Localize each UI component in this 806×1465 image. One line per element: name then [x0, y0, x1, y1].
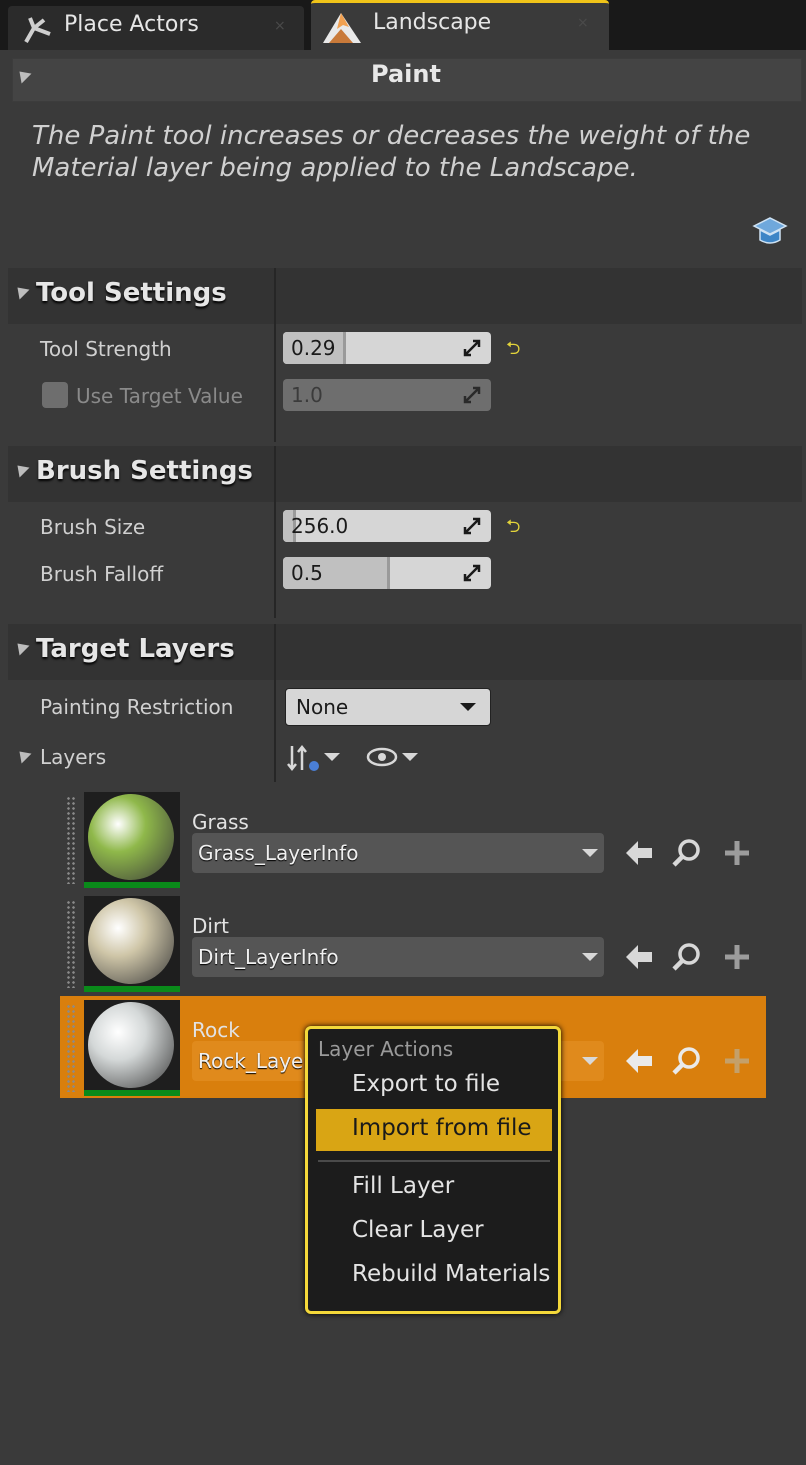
landscape-mountain-icon: [323, 13, 361, 43]
column-divider: [274, 624, 276, 782]
use-target-value-label: Use Target Value: [76, 384, 243, 408]
drag-handle-icon[interactable]: [66, 900, 76, 988]
target-value-value: 1.0: [291, 383, 323, 407]
tool-strength-slider[interactable]: 0.29: [283, 332, 491, 364]
chevron-down-icon: [582, 953, 598, 961]
use-selected-asset-arrow-icon[interactable]: [622, 940, 656, 974]
tab-place-actors[interactable]: Place Actors ×: [8, 6, 304, 50]
browse-magnifier-icon[interactable]: [670, 836, 704, 870]
expand-arrows-icon: [463, 386, 481, 404]
place-actors-icon: [24, 17, 51, 43]
eye-visibility-icon[interactable]: [366, 746, 398, 768]
target-value-field: 1.0: [283, 379, 491, 411]
tool-settings-title: Tool Settings: [36, 278, 227, 308]
menu-item-import-from-file[interactable]: Import from file: [316, 1109, 552, 1151]
use-target-value-checkbox[interactable]: [42, 382, 68, 408]
column-divider: [274, 446, 276, 618]
chevron-down-icon: [582, 1057, 598, 1065]
use-selected-asset-arrow-icon[interactable]: [622, 836, 656, 870]
mode-title: Paint: [371, 60, 441, 88]
brush-falloff-value: 0.5: [291, 561, 323, 585]
tab-landscape[interactable]: Landscape ×: [311, 0, 609, 50]
menu-separator: [318, 1160, 550, 1162]
brush-falloff-slider[interactable]: 0.5: [283, 557, 491, 589]
tutorial-graduation-cap-icon[interactable]: [752, 214, 788, 250]
layer-thumbnail: [84, 1000, 180, 1096]
layer-thumbnail: [84, 792, 180, 888]
tab-place-actors-label: Place Actors: [64, 12, 199, 37]
tool-strength-label: Tool Strength: [40, 337, 172, 361]
layer-name: Grass: [192, 810, 249, 834]
painting-restriction-dropdown[interactable]: None: [285, 688, 491, 726]
layer-name: Dirt: [192, 914, 230, 938]
chevron-down-icon[interactable]: [324, 753, 340, 761]
expand-arrows-icon: [463, 564, 481, 582]
brush-settings-title: Brush Settings: [36, 456, 253, 486]
material-sphere: [88, 794, 174, 880]
material-sphere: [88, 1002, 174, 1088]
layers-label: Layers: [40, 745, 107, 769]
layer-thumbnail: [84, 896, 180, 992]
layer-name: Rock: [192, 1018, 240, 1042]
target-layers-title: Target Layers: [36, 634, 235, 664]
layer-weight-bar: [84, 882, 180, 888]
painting-restriction-label: Painting Restriction: [40, 695, 234, 719]
menu-item-rebuild-materials[interactable]: Rebuild Materials: [316, 1255, 552, 1297]
tool-strength-value: 0.29: [291, 336, 336, 360]
chevron-down-icon[interactable]: [402, 753, 418, 761]
use-selected-asset-arrow-icon[interactable]: [622, 1044, 656, 1078]
menu-item-fill-layer[interactable]: Fill Layer: [316, 1167, 552, 1209]
brush-falloff-label: Brush Falloff: [40, 562, 164, 586]
tab-landscape-label: Landscape: [373, 10, 492, 35]
menu-item-export-to-file[interactable]: Export to file: [316, 1065, 552, 1107]
brush-size-slider[interactable]: 256.0: [283, 510, 491, 542]
brush-size-value: 256.0: [291, 514, 349, 538]
browse-magnifier-icon[interactable]: [670, 1044, 704, 1078]
close-icon[interactable]: ×: [577, 15, 589, 31]
layer-info-dropdown[interactable]: Dirt_LayerInfo: [192, 937, 604, 977]
menu-section-title: Layer Actions: [318, 1037, 454, 1061]
layer-info-value: Grass_LayerInfo: [198, 841, 359, 865]
reset-to-default-icon[interactable]: ⮌: [506, 336, 520, 366]
layer-actions-context-menu: Layer Actions Export to file Import from…: [305, 1026, 561, 1314]
layer-info-value: Dirt_LayerInfo: [198, 945, 339, 969]
expand-arrows-icon: [463, 517, 481, 535]
add-layer-info-plus-icon[interactable]: [720, 1044, 754, 1078]
close-icon[interactable]: ×: [274, 18, 286, 34]
drag-handle-icon[interactable]: [66, 1004, 76, 1092]
painting-restriction-value: None: [296, 695, 349, 719]
reset-to-default-icon[interactable]: ⮌: [506, 514, 520, 544]
layer-row-grass[interactable]: Grass Grass_LayerInfo: [60, 790, 766, 890]
browse-magnifier-icon[interactable]: [670, 940, 704, 974]
material-sphere: [88, 898, 174, 984]
drag-handle-icon[interactable]: [66, 796, 76, 884]
layer-weight-bar: [84, 986, 180, 992]
chevron-down-icon: [582, 849, 598, 857]
layer-weight-bar: [84, 1090, 180, 1096]
add-layer-info-plus-icon[interactable]: [720, 940, 754, 974]
chevron-down-icon: [460, 703, 476, 711]
sort-layers-icon[interactable]: [286, 742, 322, 774]
layer-info-dropdown[interactable]: Grass_LayerInfo: [192, 833, 604, 873]
menu-item-clear-layer[interactable]: Clear Layer: [316, 1211, 552, 1253]
add-layer-info-plus-icon[interactable]: [720, 836, 754, 870]
layer-row-dirt[interactable]: Dirt Dirt_LayerInfo: [60, 894, 766, 994]
brush-size-label: Brush Size: [40, 515, 146, 539]
mode-description: The Paint tool increases or decreases th…: [32, 121, 751, 183]
column-divider: [274, 268, 276, 442]
expand-arrows-icon: [463, 339, 481, 357]
